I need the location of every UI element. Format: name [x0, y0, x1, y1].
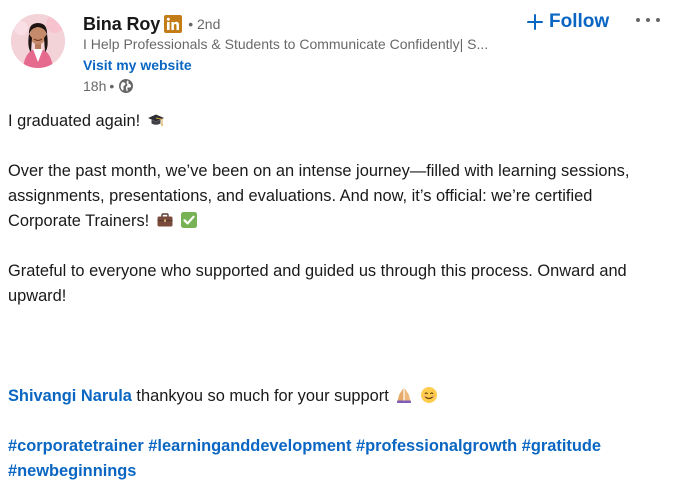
avatar-photo: [11, 14, 65, 68]
graduation-cap-emoji: [147, 111, 165, 129]
hashtag-link[interactable]: #professionalgrowth: [356, 437, 517, 455]
smiling-face-emoji: [420, 386, 438, 404]
author-name[interactable]: Bina Roy: [83, 14, 160, 35]
follow-label: Follow: [549, 11, 610, 32]
follow-button[interactable]: Follow: [527, 8, 609, 36]
post-body: I graduated again! Over the past month, …: [8, 109, 668, 484]
more-dot: [646, 18, 650, 22]
globe-icon: [118, 78, 134, 94]
post-text-graduated: I graduated again!: [8, 112, 141, 130]
mention-text: thankyou so much for your support: [131, 387, 389, 405]
post-paragraph-3: Grateful to everyone who supported and g…: [8, 262, 627, 305]
author-headline: I Help Professionals & Students to Commu…: [83, 36, 489, 52]
folded-hands-emoji: [395, 386, 413, 404]
author-avatar[interactable]: [11, 14, 65, 68]
meta-separator: •: [109, 78, 115, 94]
post-meta: 18h •: [83, 78, 134, 94]
post-text-journey: Over the past month, we’ve been on an in…: [8, 162, 630, 230]
post-paragraph-2: Over the past month, we’ve been on an in…: [8, 159, 668, 234]
briefcase-emoji: [156, 211, 174, 229]
post-time: 18h: [83, 78, 107, 94]
plus-icon: [527, 14, 543, 30]
more-dot: [636, 18, 640, 22]
more-horizontal-icon[interactable]: [636, 12, 660, 28]
post-header: Bina Roy • 2nd I Help Professionals & St…: [0, 0, 677, 100]
mention-link[interactable]: Shivangi Narula: [8, 387, 132, 405]
author-name-row: Bina Roy • 2nd: [83, 13, 220, 35]
linkedin-in-icon: [164, 15, 183, 33]
hashtag-link[interactable]: #gratitude: [522, 437, 601, 455]
more-dot: [656, 18, 660, 22]
hashtag-link[interactable]: #newbeginnings: [8, 462, 136, 480]
connection-degree: • 2nd: [188, 16, 221, 32]
check-mark-emoji: [180, 211, 198, 229]
visit-website-link[interactable]: Visit my website: [83, 57, 192, 73]
post-mention-line: Shivangi Narula thankyou so much for you…: [8, 384, 668, 409]
hashtag-line: #corporatetrainer #learninganddevelopmen…: [8, 434, 668, 484]
hashtag-link[interactable]: #learninganddevelopment: [148, 437, 351, 455]
post-line-1: I graduated again!: [8, 109, 668, 134]
hashtag-link[interactable]: #corporatetrainer: [8, 437, 144, 455]
